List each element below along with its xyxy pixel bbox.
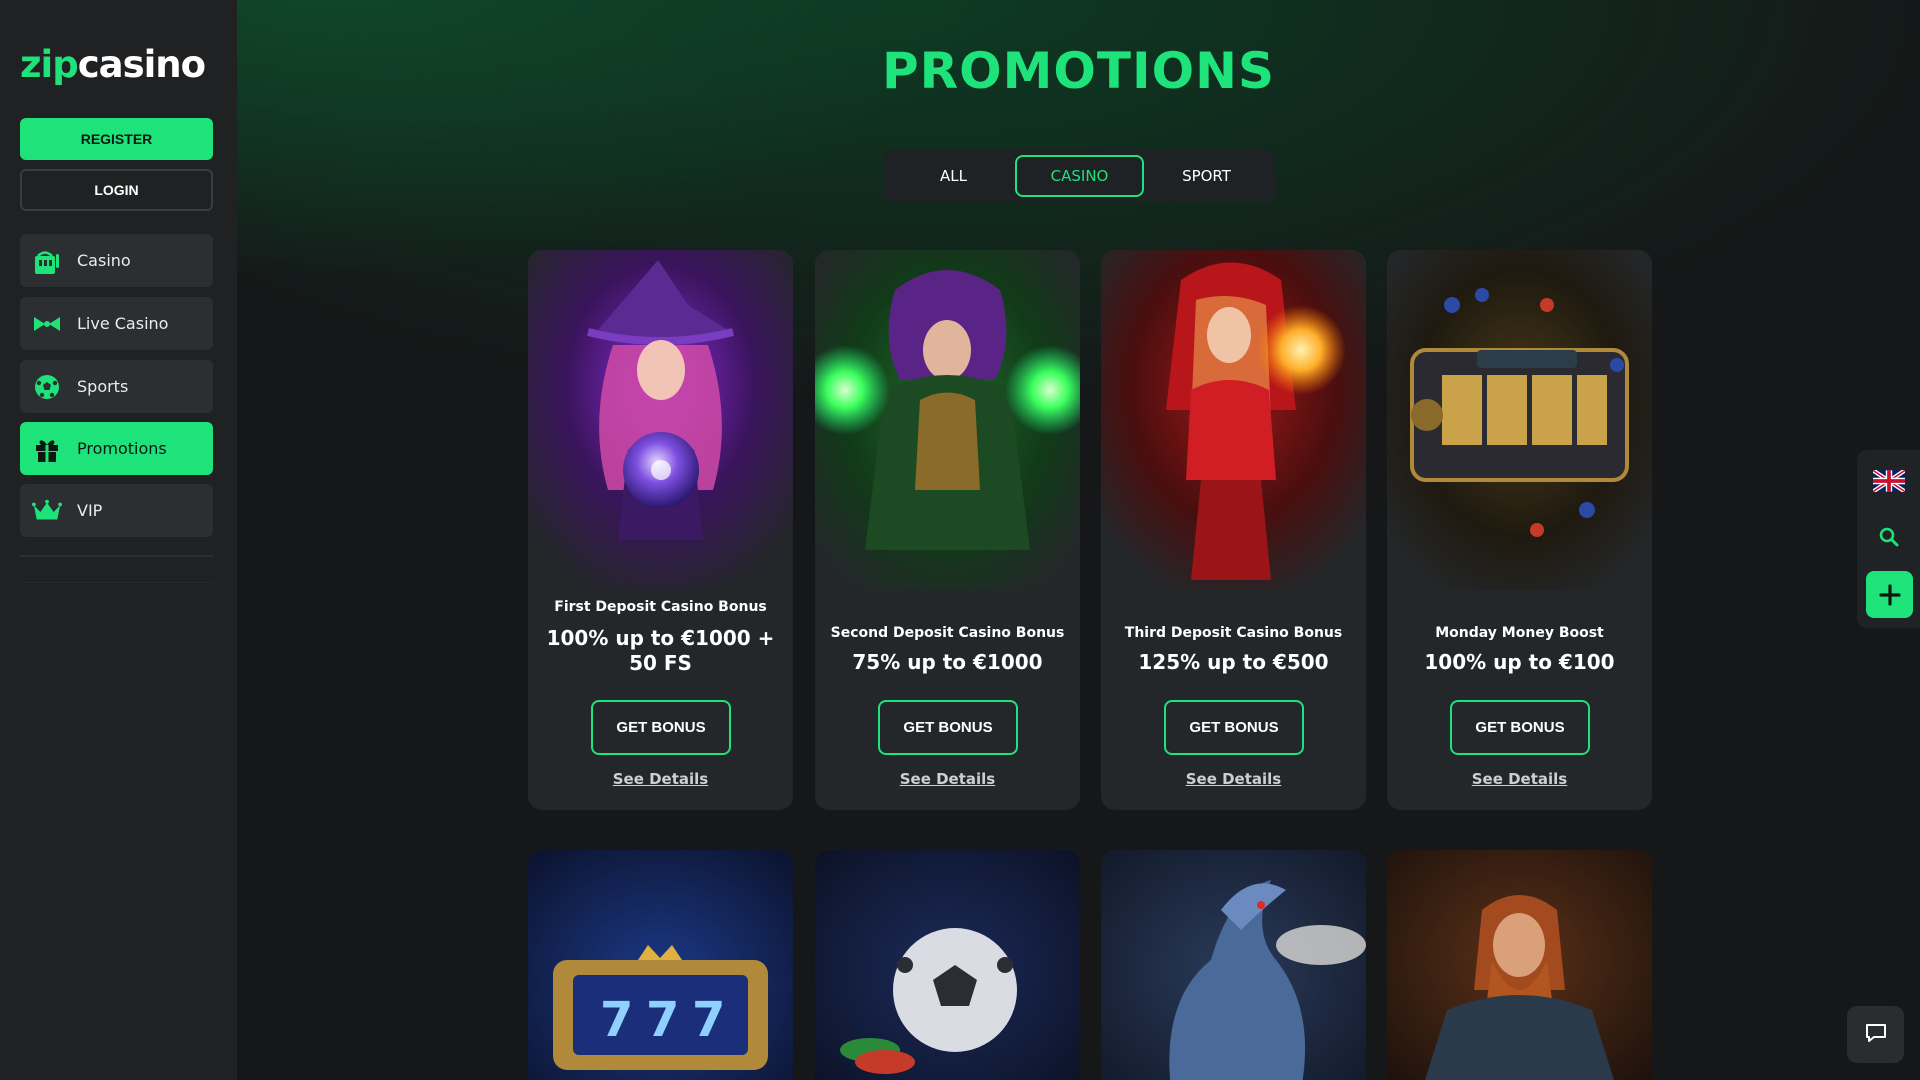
main-content: PROMOTIONS ALL CASINO SPORT First Deposi… [237, 0, 1920, 1080]
viking-warrior-image[interactable] [1387, 850, 1652, 1080]
see-details-link[interactable]: See Details [1101, 770, 1366, 788]
sidebar-divider [20, 555, 213, 557]
sidebar-item-label: VIP [77, 501, 103, 520]
blue-dragon-image[interactable] [1101, 850, 1366, 1080]
sidebar-item-label: Live Casino [77, 314, 169, 333]
sidebar-item-label: Promotions [77, 439, 167, 458]
promotion-amount: 125% up to €500 [1138, 650, 1329, 674]
promotion-subtitle: Monday Money Boost [1435, 625, 1604, 641]
red-enchantress-image [1101, 250, 1366, 590]
svg-text:7: 7 [692, 992, 725, 1048]
tab-all[interactable]: ALL [889, 155, 1018, 197]
promotion-subtitle: Second Deposit Casino Bonus [830, 625, 1065, 641]
chat-button[interactable] [1847, 1006, 1904, 1063]
see-details-link[interactable]: See Details [1387, 770, 1652, 788]
search-icon[interactable] [1878, 526, 1900, 548]
promotion-amount: 100% up to €1000 + 50 FS [546, 626, 775, 675]
promotion-amount: 75% up to €1000 [852, 650, 1043, 674]
purple-witch-image [528, 250, 793, 590]
register-button[interactable]: REGISTER [20, 118, 213, 160]
sidebar-divider [20, 582, 213, 583]
slot-machine-image [1387, 250, 1652, 590]
tab-casino[interactable]: CASINO [1015, 155, 1144, 197]
soccer-ball-chips-image[interactable] [815, 850, 1080, 1080]
live-casino-icon [32, 309, 62, 339]
promotion-card: Third Deposit Casino Bonus 125% up to €5… [1101, 250, 1366, 810]
sidebar-item-promotions[interactable]: Promotions [20, 422, 213, 475]
crown-icon [32, 496, 62, 526]
sidebar-item-casino[interactable]: Casino [20, 234, 213, 287]
floating-toolbar [1857, 450, 1920, 628]
sidebar-item-label: Sports [77, 377, 129, 396]
green-sorceress-image [815, 250, 1080, 590]
promotion-subtitle: Third Deposit Casino Bonus [1124, 625, 1343, 641]
svg-text:7: 7 [600, 992, 633, 1048]
sidebar-item-live-casino[interactable]: Live Casino [20, 297, 213, 350]
promotion-filter-tabs: ALL CASINO SPORT [883, 150, 1275, 202]
get-bonus-button[interactable]: GET BONUS [591, 700, 731, 755]
sidebar-item-label: Casino [77, 251, 131, 270]
promotion-card: Second Deposit Casino Bonus 75% up to €1… [815, 250, 1080, 810]
see-details-link[interactable]: See Details [815, 770, 1080, 788]
promotion-subtitle: First Deposit Casino Bonus [554, 599, 767, 615]
get-bonus-button[interactable]: GET BONUS [1164, 700, 1304, 755]
login-button[interactable]: LOGIN [20, 169, 213, 211]
page-title: PROMOTIONS [882, 42, 1275, 100]
promotion-card: Monday Money Boost 100% up to €100 GET B… [1387, 250, 1652, 810]
svg-text:7: 7 [646, 992, 679, 1048]
sidebar: zip casino REGISTER LOGIN Casino Live Cas… [0, 0, 237, 1080]
see-details-link[interactable]: See Details [528, 770, 793, 788]
uk-flag-icon[interactable] [1871, 468, 1907, 494]
promotion-amount: 100% up to €100 [1424, 650, 1615, 674]
sidebar-item-sports[interactable]: Sports [20, 360, 213, 413]
zipcasino-logo[interactable]: zip casino [20, 42, 206, 86]
tab-sport[interactable]: SPORT [1142, 155, 1271, 197]
plus-icon[interactable] [1866, 571, 1913, 618]
casino-icon [32, 246, 62, 276]
soccer-ball-icon [32, 372, 62, 402]
sidebar-item-vip[interactable]: VIP [20, 484, 213, 537]
gift-icon [32, 434, 62, 464]
promotion-card: First Deposit Casino Bonus 100% up to €1… [528, 250, 793, 810]
chat-icon [1864, 1022, 1888, 1048]
get-bonus-button[interactable]: GET BONUS [1450, 700, 1590, 755]
777-slot-machine-image[interactable]: 7 7 7 [528, 850, 793, 1080]
get-bonus-button[interactable]: GET BONUS [878, 700, 1018, 755]
